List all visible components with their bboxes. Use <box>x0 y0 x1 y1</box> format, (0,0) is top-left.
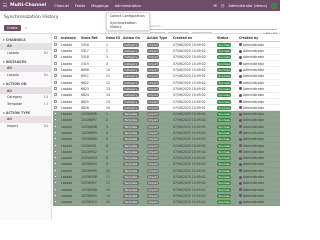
sidebar-item[interactable]: Lasada 84 <box>0 72 51 79</box>
sidebar-item-count: 84 <box>43 50 48 55</box>
sidebar-item-label: Template <box>7 101 23 106</box>
sidebar-item[interactable]: All <box>0 43 51 50</box>
cell-action-type: Import <box>146 199 172 206</box>
sidebar-item-label: Category <box>7 95 23 100</box>
column-header[interactable]: Odoo ID <box>105 34 122 43</box>
menu-synchronization-history[interactable]: Synchronization History <box>107 19 149 29</box>
sidebar-item-count: 14 <box>43 101 48 106</box>
sidebar-section-title: ▾ CHANNELS <box>3 38 26 42</box>
sidebar-item[interactable]: All <box>0 87 51 94</box>
cell-action-on: Template <box>122 199 146 206</box>
column-header[interactable]: Created by <box>238 34 280 43</box>
filter-sidebar: ▾ CHANNELS All Lasada 84 ▾ INSTANCES All Lasad… <box>0 34 52 220</box>
menu-channel[interactable]: Channel <box>54 4 69 8</box>
company-switcher[interactable]: Administrator (demo) <box>228 4 267 8</box>
menu-administration[interactable]: Administration <box>115 4 141 8</box>
navbar-right: ✉ ◷ Administrator (demo) <box>214 2 281 9</box>
administration-dropdown: Collect Configuration Synchronization Hi… <box>106 12 150 31</box>
sidebar-item[interactable]: All <box>0 65 51 72</box>
column-header[interactable]: Store Ref. <box>80 34 105 43</box>
table-header-row: Instance Store Ref. Odoo ID Action On Action… <box>53 34 280 43</box>
sidebar-item[interactable]: Template 14 <box>0 101 51 108</box>
cell-created-by: Administrator <box>238 199 280 206</box>
create-button[interactable]: Create <box>4 24 21 31</box>
column-header[interactable]: Action On <box>122 34 146 43</box>
sidebar-item-label: Lasada <box>7 50 19 55</box>
activity-icon[interactable]: ◷ <box>221 3 225 8</box>
apps-grid-icon[interactable]: ☷ <box>0 3 10 9</box>
app-name[interactable]: Multi-Channel <box>10 3 46 8</box>
sidebar-item-label: All <box>7 88 12 93</box>
cell-odoo-id: 15 <box>105 199 122 206</box>
select-all-checkbox[interactable] <box>53 34 60 43</box>
table-row[interactable]: Lasada 10336910 15 Template Import 07/06/2020… <box>53 199 280 206</box>
chat-icon[interactable]: ✉ <box>214 3 217 8</box>
sidebar-item[interactable]: Category 14 <box>0 94 51 101</box>
column-header[interactable]: Action Type <box>146 34 172 43</box>
sidebar-section-title: ▾ ACTION ON <box>3 82 27 87</box>
sidebar-item-label: All <box>7 117 12 122</box>
user-avatar[interactable] <box>271 2 277 9</box>
cell-created-on: 07/06/2020 10:49:02 <box>172 199 216 206</box>
sidebar-item[interactable]: Import 84 <box>0 123 51 130</box>
cell-store-ref: 10336910 <box>80 199 105 206</box>
sidebar-item-label: Lasada <box>7 73 19 78</box>
sidebar-section-title: ▾ INSTANCES <box>3 60 27 65</box>
cell-status: Success <box>216 199 238 206</box>
sidebar-item-count: 14 <box>43 95 48 100</box>
sidebar-item-label: All <box>7 66 12 71</box>
cell-instance: Lasada <box>60 199 80 206</box>
history-table: Instance Store Ref. Odoo ID Action On Action… <box>53 34 280 220</box>
sidebar-item-label: Import <box>7 124 18 129</box>
sidebar-item[interactable]: All <box>0 116 51 123</box>
row-checkbox[interactable] <box>53 199 60 206</box>
breadcrumb: Synchronization History <box>4 15 59 20</box>
control-buttons: Create ⇩ <box>4 24 30 31</box>
sidebar-item-count: 84 <box>43 124 48 129</box>
top-navbar: ☷ Multi-Channel Channel Feeds Mappings A… <box>0 0 280 11</box>
menu-feeds[interactable]: Feeds <box>75 4 85 8</box>
sidebar-item-count: 84 <box>43 73 48 78</box>
search-input[interactable]: Search... <box>150 24 277 30</box>
download-icon[interactable]: ⇩ <box>23 25 30 31</box>
menu-mappings[interactable]: Mappings <box>91 4 108 8</box>
sidebar-item[interactable]: Lasada 84 <box>0 50 51 57</box>
sidebar-section-title: ▾ ACTION TYPE <box>3 111 31 116</box>
column-header[interactable]: Instance <box>60 34 80 43</box>
column-header[interactable]: Status <box>216 34 238 43</box>
sidebar-item-label: All <box>7 44 12 49</box>
column-header[interactable]: Created on <box>172 34 216 43</box>
